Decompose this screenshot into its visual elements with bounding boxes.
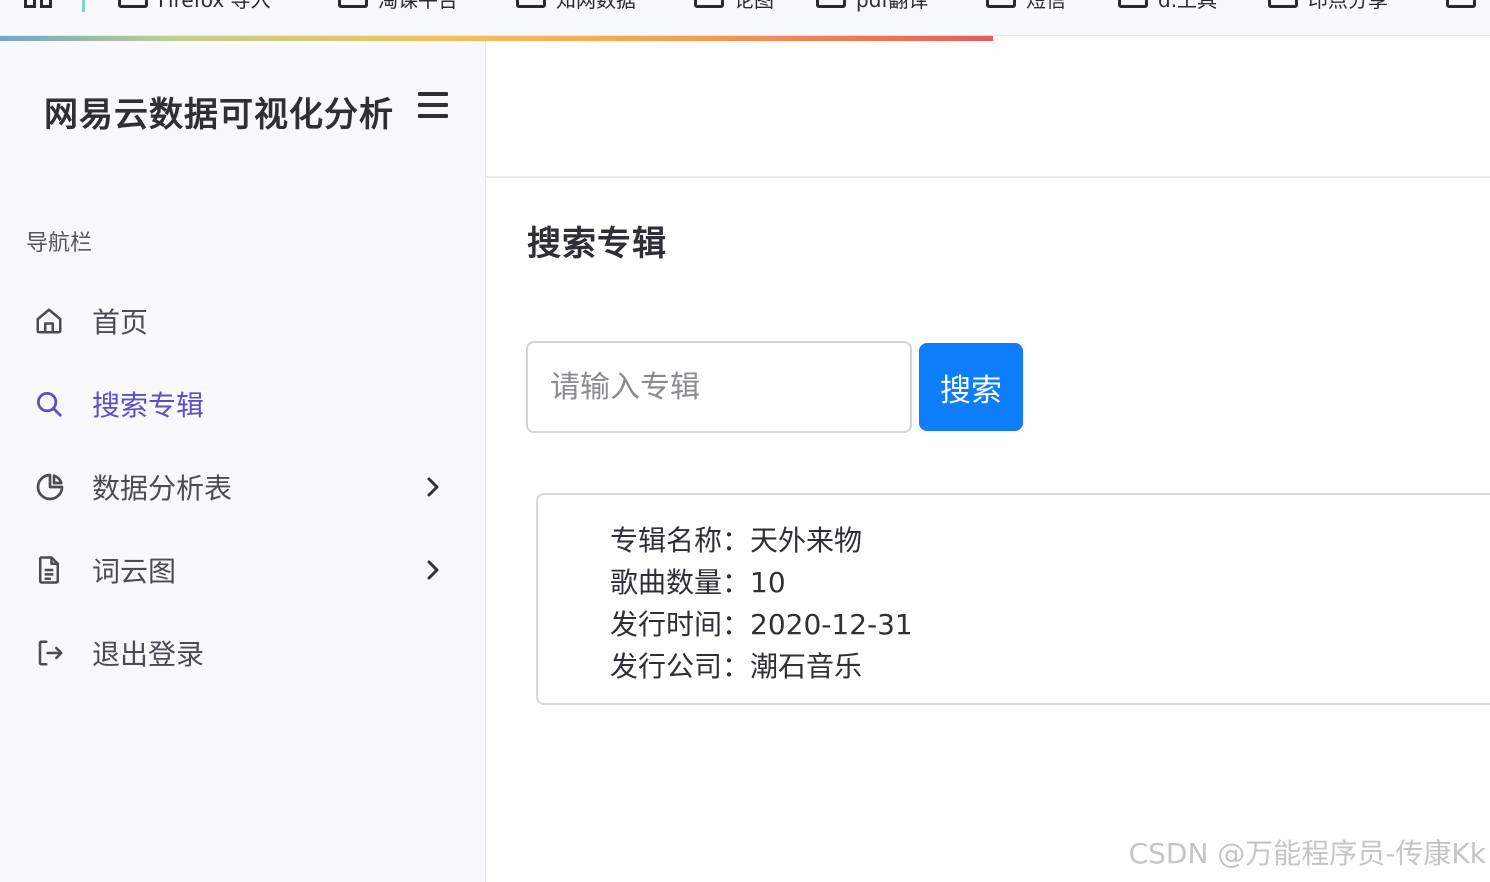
result-row-song-count: 歌曲数量：10: [610, 561, 786, 601]
watermark: CSDN @万能程序员-传康Kk: [1128, 837, 1486, 870]
bookmark-label: 知网数据: [556, 0, 636, 13]
bookmark-item[interactable]: 知网数据: [516, 0, 636, 13]
bookmark-item[interactable]: Firefox 导入: [118, 0, 271, 13]
result-row-release-date: 发行时间：2020-12-31: [610, 603, 913, 643]
bookmark-label: d.工具: [1158, 0, 1217, 13]
nav-heading: 导航栏: [26, 231, 93, 256]
bookmark-label: Firefox 导入: [158, 0, 271, 13]
sidebar-item-home[interactable]: 首页: [26, 293, 456, 349]
field-label: 发行时间：: [610, 608, 751, 641]
chevron-right-icon: [422, 558, 442, 586]
folder-icon: [118, 0, 148, 8]
bookmark-label: 短信: [1026, 0, 1066, 13]
bookmark-label: 印点分享: [1308, 0, 1388, 13]
field-value: 2020-12-31: [750, 608, 913, 641]
page-title: 搜索专辑: [527, 224, 667, 264]
document-icon: [26, 552, 74, 588]
menu-toggle-icon[interactable]: [418, 92, 448, 118]
bookmark-item[interactable]: 短信: [986, 0, 1066, 13]
app-title: 网易云数据可视化分析: [44, 95, 394, 135]
sidebar-item-word-cloud[interactable]: 词云图: [26, 542, 456, 598]
pie-chart-icon: [26, 469, 74, 505]
sidebar-item-label: 退出登录: [92, 638, 205, 671]
logout-icon: [26, 635, 74, 671]
apps-grid-icon[interactable]: [24, 0, 52, 8]
bookmark-label: pdf翻译: [856, 0, 928, 13]
bookmark-item[interactable]: pdf翻译: [816, 0, 928, 13]
folder-icon: [694, 0, 724, 8]
album-search-input[interactable]: [526, 341, 912, 433]
field-value: 天外来物: [750, 524, 863, 557]
album-result-card: 专辑名称：天外来物 歌曲数量：10 发行时间：2020-12-31 发行公司：潮…: [536, 493, 1490, 705]
result-row-album-name: 专辑名称：天外来物: [610, 519, 862, 559]
field-label: 专辑名称：: [610, 524, 751, 557]
bookmark-item[interactable]: 印点分享: [1268, 0, 1388, 13]
field-label: 歌曲数量：: [610, 566, 751, 599]
chevron-right-icon: [422, 475, 442, 503]
bookmarks-divider: [82, 0, 85, 12]
bookmark-item[interactable]: d.工具: [1118, 0, 1217, 13]
folder-icon: [1268, 0, 1298, 8]
sidebar-item-label: 数据分析表: [92, 472, 233, 505]
folder-icon: [1118, 0, 1148, 8]
folder-icon: [516, 0, 546, 8]
sidebar-item-search-album[interactable]: 搜索专辑: [26, 376, 456, 432]
bookmarks-bar: Firefox 导入 淘课平台 知网数据 论图 pdf翻译 短信 d.工具 印点…: [0, 0, 1490, 36]
result-row-publisher: 发行公司：潮石音乐: [610, 645, 862, 685]
sidebar-item-logout[interactable]: 退出登录: [26, 625, 456, 681]
sidebar-item-label: 首页: [92, 306, 149, 339]
sidebar-item-label: 词云图: [92, 555, 177, 588]
search-button[interactable]: 搜索: [919, 343, 1023, 431]
bookmark-item[interactable]: [1446, 0, 1476, 10]
home-icon: [26, 303, 74, 339]
top-header: [486, 41, 1490, 178]
field-value: 10: [750, 566, 786, 599]
bookmark-item[interactable]: 论图: [694, 0, 774, 13]
folder-icon: [338, 0, 368, 8]
sidebar: 网易云数据可视化分析 导航栏 首页 搜索专辑 数据分析表 词云图 退出登录: [0, 41, 486, 882]
bookmark-item[interactable]: 淘课平台: [338, 0, 458, 13]
field-value: 潮石音乐: [750, 650, 863, 683]
field-label: 发行公司：: [610, 650, 751, 683]
folder-icon: [986, 0, 1016, 8]
folder-icon: [816, 0, 846, 8]
folder-icon: [1446, 0, 1476, 8]
sidebar-item-data-analysis[interactable]: 数据分析表: [26, 459, 456, 515]
bookmark-label: 论图: [734, 0, 774, 13]
bookmark-label: 淘课平台: [378, 0, 458, 13]
search-icon: [26, 386, 74, 422]
sidebar-item-label: 搜索专辑: [92, 389, 205, 422]
